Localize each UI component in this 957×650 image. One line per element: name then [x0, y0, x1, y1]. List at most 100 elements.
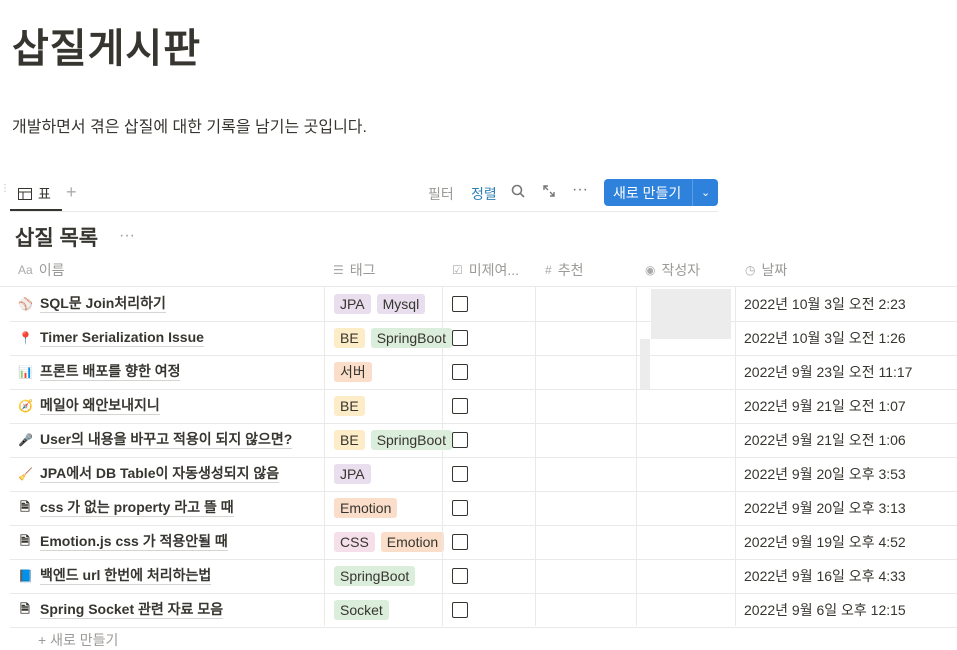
done-checkbox[interactable]: [452, 432, 468, 448]
page-icon: 🗎: [20, 499, 30, 514]
chart-icon: 📊: [18, 365, 33, 379]
table-row[interactable]: ⚾ SQL문 Join처리하기 JPA Mysql 2022년 10월 3일 오전 2:…: [10, 287, 957, 322]
new-button[interactable]: 새로 만들기 ⌄: [604, 179, 718, 206]
done-checkbox[interactable]: [452, 364, 468, 380]
done-checkbox[interactable]: [452, 500, 468, 516]
number-property-icon: #: [545, 262, 552, 277]
tag-badge: SpringBoot: [370, 328, 452, 348]
table-row[interactable]: 📊 프론트 배포를 향한 여정 서버 2022년 9월 23일 오전 11:17: [10, 355, 957, 390]
row-title[interactable]: 🗎 Spring Socket 관련 자료 모음: [18, 593, 224, 627]
database-title[interactable]: 삽질 목록: [15, 222, 98, 252]
table-row[interactable]: 📍 Timer Serialization Issue BE SpringBoot 20…: [10, 321, 957, 356]
page-icon: 🗎: [20, 601, 30, 616]
database-more-icon[interactable]: ···: [119, 227, 135, 245]
tab-table-view[interactable]: 표: [10, 178, 62, 211]
column-label: 추천: [557, 261, 584, 278]
done-checkbox[interactable]: [452, 466, 468, 482]
row-title[interactable]: 🎤 User의 내용을 바꾸고 적용이 되지 않으면?: [18, 423, 293, 457]
list-icon: ☰: [333, 262, 344, 277]
person-icon: ◉: [645, 262, 656, 277]
sort-button[interactable]: 정렬: [471, 184, 497, 204]
column-label: 미제여...: [468, 261, 520, 278]
row-title-text: 백엔드 url 한번에 처리하는법: [40, 567, 212, 585]
page-description[interactable]: 개발하면서 겪은 삽질에 대한 기록을 남기는 곳입니다.: [12, 113, 367, 137]
done-checkbox[interactable]: [452, 398, 468, 414]
row-title[interactable]: 📍 Timer Serialization Issue: [18, 321, 204, 355]
row-title-text: css 가 없는 property 라고 뜰 때: [40, 499, 234, 517]
table-row[interactable]: 🗎 Spring Socket 관련 자료 모음 Socket 2022년 9월 6일…: [10, 593, 957, 628]
table-row[interactable]: 🧭 메일아 왜안보내지니 BE 2022년 9월 21일 오전 1:07: [10, 389, 957, 424]
tag-badge: Socket: [334, 600, 389, 620]
row-tags[interactable]: JPA: [334, 457, 452, 491]
column-divider: [442, 286, 443, 626]
row-tags[interactable]: JPA Mysql: [334, 287, 452, 321]
column-name-header[interactable]: Aa 이름: [18, 253, 64, 286]
chevron-down-icon[interactable]: ⌄: [693, 186, 718, 199]
footer-new-row[interactable]: + 새로 만들기: [38, 630, 118, 650]
page-icon: 🗎: [20, 533, 30, 548]
done-checkbox[interactable]: [452, 330, 468, 346]
tag-badge: JPA: [334, 464, 371, 484]
row-tags[interactable]: Emotion: [334, 491, 452, 525]
row-title[interactable]: 🗎 css 가 없는 property 라고 뜰 때: [18, 491, 234, 525]
divider: [10, 211, 718, 212]
row-title[interactable]: 🧹 JPA에서 DB Table이 자동생성되지 않음: [18, 457, 280, 491]
table-row[interactable]: 🗎 Emotion.js css 가 적용안될 때 CSS Emotion 2022년 …: [10, 525, 957, 560]
row-title[interactable]: ⚾ SQL문 Join처리하기: [18, 287, 166, 321]
column-tags-header[interactable]: ☰ 태그: [333, 253, 376, 286]
row-title[interactable]: 📊 프론트 배포를 향한 여정: [18, 355, 181, 389]
table-row[interactable]: 🧹 JPA에서 DB Table이 자동생성되지 않음 JPA 2022년 9월 20…: [10, 457, 957, 492]
row-tags[interactable]: BE: [334, 389, 452, 423]
row-tags[interactable]: 서버: [334, 355, 452, 389]
column-recommend-header[interactable]: # 추천: [545, 253, 583, 286]
done-checkbox[interactable]: [452, 296, 468, 312]
tag-badge: Mysql: [376, 294, 426, 314]
tag-badge: BE: [334, 396, 365, 416]
table-row[interactable]: 🗎 css 가 없는 property 라고 뜰 때 Emotion 2022년 9월…: [10, 491, 957, 526]
add-view-button[interactable]: +: [66, 182, 77, 203]
broom-icon: 🧹: [18, 467, 33, 481]
tag-badge: Emotion: [380, 532, 445, 552]
column-author-header[interactable]: ◉ 작성자: [645, 253, 700, 286]
tag-badge: SpringBoot: [370, 430, 452, 450]
microphone-icon: 🎤: [18, 433, 33, 447]
search-icon[interactable]: [511, 184, 525, 201]
table-row[interactable]: 📘 백엔드 url 한번에 처리하는법 SpringBoot 2022년 9월 16일…: [10, 559, 957, 594]
row-title[interactable]: 🗎 Emotion.js css 가 적용안될 때: [18, 525, 228, 559]
row-tags[interactable]: BE SpringBoot: [334, 321, 452, 355]
column-divider: [636, 286, 637, 626]
tag-badge: SpringBoot: [334, 566, 416, 586]
row-title[interactable]: 📘 백엔드 url 한번에 처리하는법: [18, 559, 212, 593]
row-tags[interactable]: Socket: [334, 593, 452, 627]
table-icon: [18, 187, 32, 200]
table-row[interactable]: 🎤 User의 내용을 바꾸고 적용이 되지 않으면? BE SpringBoot 20…: [10, 423, 957, 458]
row-date: 2022년 9월 6일 오후 12:15: [744, 602, 906, 618]
column-label: 이름: [38, 261, 65, 278]
column-date-header[interactable]: ◷ 날짜: [745, 253, 787, 286]
column-label: 태그: [349, 261, 376, 278]
row-date: 2022년 9월 16일 오후 4:33: [744, 568, 906, 584]
column-done-header[interactable]: ☑ 미제여...: [452, 253, 519, 286]
author-placeholder: [651, 289, 731, 339]
row-title-text: Emotion.js css 가 적용안될 때: [40, 533, 228, 551]
done-checkbox[interactable]: [452, 534, 468, 550]
row-tags[interactable]: BE SpringBoot: [334, 423, 452, 457]
row-tags[interactable]: SpringBoot: [334, 559, 452, 593]
checkbox-property-icon: ☑: [452, 262, 463, 277]
tag-badge: JPA: [334, 294, 371, 314]
row-title[interactable]: 🧭 메일아 왜안보내지니: [18, 389, 160, 423]
filter-button[interactable]: 필터: [428, 184, 454, 204]
done-checkbox[interactable]: [452, 602, 468, 618]
page-title[interactable]: 삽질게시판: [12, 16, 201, 74]
row-tags[interactable]: CSS Emotion: [334, 525, 452, 559]
more-options-icon[interactable]: ···: [572, 181, 588, 199]
tab-label: 표: [38, 185, 51, 202]
expand-icon[interactable]: [542, 184, 556, 201]
clock-icon: ◷: [745, 262, 756, 277]
drag-handle-icon[interactable]: ⋮: [0, 184, 10, 202]
pin-icon: 📍: [18, 331, 33, 345]
done-checkbox[interactable]: [452, 568, 468, 584]
new-button-label: 새로 만들기: [613, 184, 682, 201]
row-date: 2022년 9월 20일 오후 3:53: [744, 466, 906, 482]
row-title-text: SQL문 Join처리하기: [40, 295, 166, 313]
